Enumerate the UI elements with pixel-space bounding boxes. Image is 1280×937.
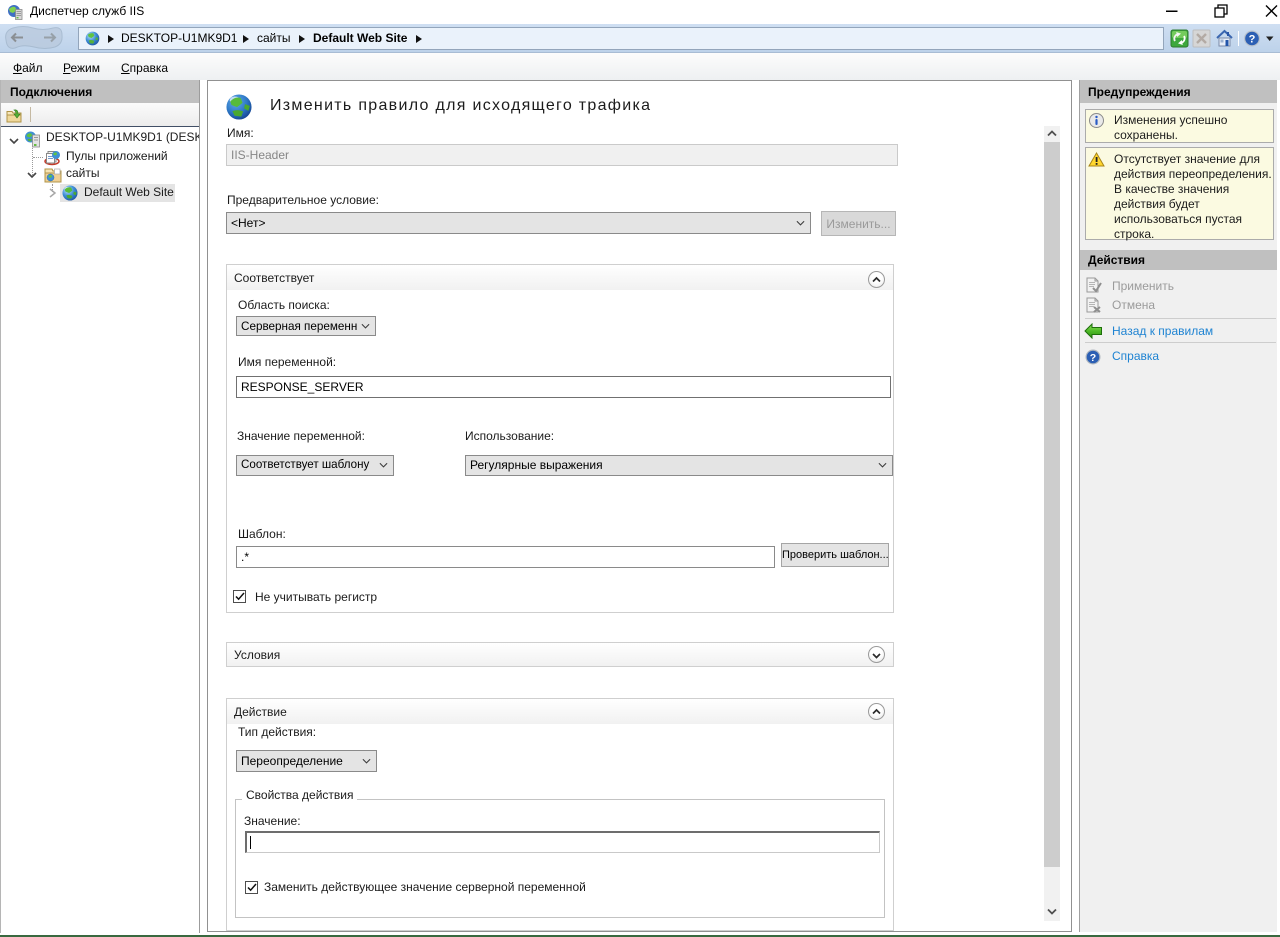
svg-text:?: ? bbox=[1249, 34, 1256, 46]
svg-text:?: ? bbox=[1090, 352, 1096, 364]
